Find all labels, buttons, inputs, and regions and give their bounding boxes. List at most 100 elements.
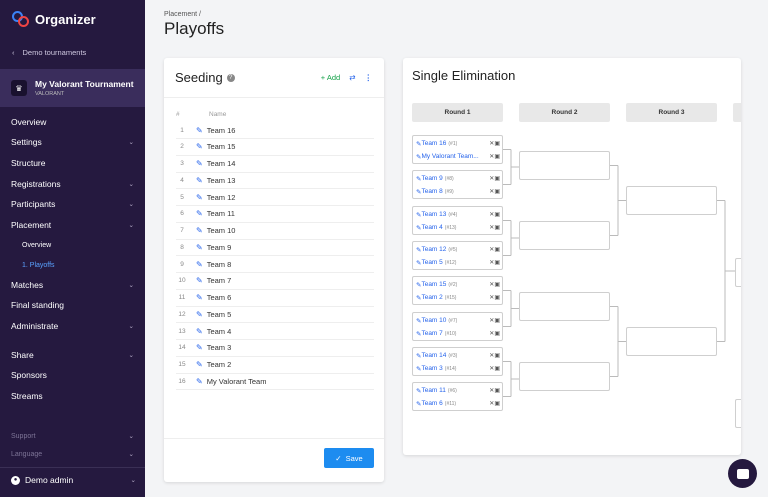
save-button[interactable]: ✓ Save <box>324 448 374 468</box>
match-slot[interactable] <box>519 292 610 321</box>
sidebar-item-1-playoffs[interactable]: 1. Playoffs <box>0 257 145 273</box>
match-team[interactable]: ✎ Team 6 (#11) ✕▣ <box>413 397 502 410</box>
lock-icon[interactable]: ✕▣ <box>489 400 500 407</box>
sidebar-item-share[interactable]: Share ⌄ <box>0 347 145 363</box>
team-name: My Valorant Team <box>206 376 267 386</box>
sidebar-item-streams[interactable]: Streams <box>0 388 145 404</box>
match-card[interactable]: ✎ Team 13 (#4) ✕▣ ✎ Team 4 (#13) ✕▣ <box>412 206 503 235</box>
match-team[interactable]: ✎ Team 7 (#10) ✕▣ <box>413 327 502 340</box>
lock-icon[interactable]: ✕▣ <box>489 224 500 231</box>
match-team[interactable]: ✎ Team 11 (#6) ✕▣ <box>413 384 502 397</box>
seed-number: 11 <box>178 294 186 301</box>
pencil-icon[interactable]: ✎ <box>196 176 203 185</box>
match-team[interactable]: ✎ Team 3 (#14) ✕▣ <box>413 362 502 375</box>
lock-icon[interactable]: ✕▣ <box>489 330 500 337</box>
breadcrumb[interactable]: Placement / <box>164 11 201 18</box>
pencil-icon[interactable]: ✎ <box>196 142 203 151</box>
lock-icon[interactable]: ✕▣ <box>489 175 500 182</box>
pencil-icon[interactable]: ✎ <box>196 243 203 252</box>
lock-icon[interactable]: ✕▣ <box>489 259 500 266</box>
lock-icon[interactable]: ✕▣ <box>489 140 500 147</box>
pencil-icon[interactable]: ✎ <box>196 209 203 218</box>
match-team[interactable]: ✎ Team 4 (#13) ✕▣ <box>413 221 502 234</box>
sidebar-item-overview[interactable]: Overview <box>0 237 145 253</box>
pencil-icon[interactable]: ✎ <box>196 276 203 285</box>
lock-icon[interactable]: ✕▣ <box>489 153 500 160</box>
lock-icon[interactable]: ✕▣ <box>489 246 500 253</box>
pencil-icon[interactable]: ✎ <box>196 126 203 135</box>
sidebar-item-matches[interactable]: Matches ⌄ <box>0 277 145 293</box>
lock-icon[interactable]: ✕▣ <box>489 317 500 324</box>
match-slot[interactable] <box>626 186 717 215</box>
sidebar-item-structure[interactable]: Structure <box>0 155 145 171</box>
pencil-icon[interactable]: ✎ <box>196 159 203 168</box>
pencil-icon[interactable]: ✎ <box>196 260 203 269</box>
sidebar-item-label: Language <box>11 450 43 458</box>
pencil-icon[interactable]: ✎ <box>196 327 203 336</box>
match-team[interactable]: ✎ Team 2 (#15) ✕▣ <box>413 291 502 304</box>
sidebar-item-sponsors[interactable]: Sponsors <box>0 367 145 383</box>
sidebar-item-overview[interactable]: Overview <box>0 114 145 130</box>
save-label: Save <box>345 453 363 463</box>
match-slot[interactable] <box>519 221 610 250</box>
pencil-icon[interactable]: ✎ <box>196 377 203 386</box>
match-team[interactable]: ✎ Team 9 (#8) ✕▣ <box>413 172 502 185</box>
match-card[interactable]: ✎ Team 11 (#6) ✕▣ ✎ Team 6 (#11) ✕▣ <box>412 382 503 411</box>
pencil-icon[interactable]: ✎ <box>196 226 203 235</box>
match-card[interactable]: ✎ Team 14 (#3) ✕▣ ✎ Team 3 (#14) ✕▣ <box>412 347 503 376</box>
back-link[interactable]: ‹ Demo tournaments <box>12 48 86 57</box>
match-team[interactable]: ✎ Team 5 (#12) ✕▣ <box>413 256 502 269</box>
match-team[interactable]: ✎ Team 14 (#3) ✕▣ <box>413 349 502 362</box>
match-slot[interactable] <box>735 399 741 428</box>
sidebar-item-registrations[interactable]: Registrations ⌄ <box>0 176 145 192</box>
match-card[interactable]: ✎ Team 15 (#2) ✕▣ ✎ Team 2 (#15) ✕▣ <box>412 276 503 305</box>
chat-button[interactable] <box>728 459 757 488</box>
lock-icon[interactable]: ✕▣ <box>489 211 500 218</box>
sidebar-item-support[interactable]: Support ⌄ <box>0 428 145 444</box>
sidebar-item-label: Structure <box>11 158 46 168</box>
match-card[interactable]: ✎ Team 16 (#1) ✕▣ ✎ My Valorant Team... ✕▣ <box>412 135 503 164</box>
pencil-icon[interactable]: ✎ <box>196 360 203 369</box>
sidebar-item-final-standing[interactable]: Final standing <box>0 297 145 313</box>
team-seed: (#2) <box>448 281 458 288</box>
lock-icon[interactable]: ✕▣ <box>489 352 500 359</box>
sidebar-item-administrate[interactable]: Administrate ⌄ <box>0 318 145 334</box>
lock-icon[interactable]: ✕▣ <box>489 281 500 288</box>
seeding-row: 16 ✎ My Valorant Team <box>176 373 374 391</box>
match-team[interactable]: ✎ My Valorant Team... ✕▣ <box>413 150 502 163</box>
team-seed: (#14) <box>444 365 457 372</box>
match-team[interactable]: ✎ Team 12 (#5) ✕▣ <box>413 243 502 256</box>
sidebar-item-participants[interactable]: Participants ⌄ <box>0 196 145 212</box>
pencil-icon[interactable]: ✎ <box>196 193 203 202</box>
match-team[interactable]: ✎ Team 10 (#7) ✕▣ <box>413 314 502 327</box>
user-menu[interactable]: ● Demo admin ⌄ <box>11 475 136 485</box>
match-team[interactable]: ✎ Team 16 (#1) ✕▣ <box>413 137 502 150</box>
match-team[interactable]: ✎ Team 15 (#2) ✕▣ <box>413 278 502 291</box>
match-team[interactable]: ✎ Team 13 (#4) ✕▣ <box>413 208 502 221</box>
lock-icon[interactable]: ✕▣ <box>489 188 500 195</box>
lock-icon[interactable]: ✕▣ <box>489 294 500 301</box>
match-card[interactable]: ✎ Team 12 (#5) ✕▣ ✎ Team 5 (#12) ✕▣ <box>412 241 503 270</box>
match-slot[interactable] <box>735 258 741 287</box>
match-slot[interactable] <box>519 151 610 180</box>
sidebar-item-settings[interactable]: Settings ⌄ <box>0 134 145 150</box>
tournament-header[interactable]: ♛ My Valorant Tournament VALORANT <box>0 69 145 107</box>
pencil-icon[interactable]: ✎ <box>196 310 203 319</box>
shuffle-icon[interactable]: ⇄ <box>349 73 355 82</box>
match-card[interactable]: ✎ Team 9 (#8) ✕▣ ✎ Team 8 (#9) ✕▣ <box>412 170 503 199</box>
more-options-icon[interactable]: ⋮ <box>365 73 373 82</box>
app-logo[interactable]: Organizer <box>12 10 96 28</box>
sidebar-item-placement[interactable]: Placement ⌄ <box>0 217 145 233</box>
sidebar-item-language[interactable]: Language ⌄ <box>0 446 145 462</box>
lock-icon[interactable]: ✕▣ <box>489 387 500 394</box>
match-team[interactable]: ✎ Team 8 (#9) ✕▣ <box>413 185 502 198</box>
help-icon[interactable]: ? <box>226 73 235 82</box>
match-slot[interactable] <box>519 362 610 391</box>
match-slot[interactable] <box>626 327 717 356</box>
add-participant-button[interactable]: + Add <box>321 73 340 82</box>
match-card[interactable]: ✎ Team 10 (#7) ✕▣ ✎ Team 7 (#10) ✕▣ <box>412 312 503 341</box>
seeding-row: 5 ✎ Team 12 <box>176 189 374 206</box>
pencil-icon[interactable]: ✎ <box>196 293 203 302</box>
pencil-icon[interactable]: ✎ <box>196 343 203 352</box>
lock-icon[interactable]: ✕▣ <box>489 365 500 372</box>
